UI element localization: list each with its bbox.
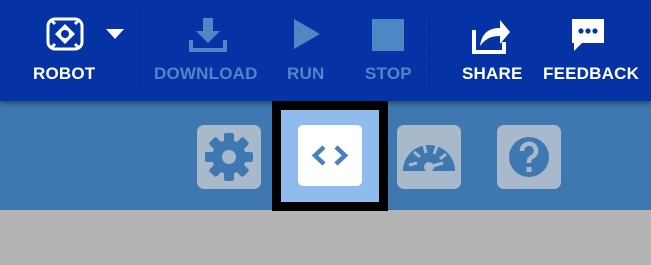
- main-toolbar: ROBOT DOWNLOAD RUN STOP SHARE FEEDBACK: [0, 0, 651, 101]
- workspace-area[interactable]: [0, 210, 651, 265]
- share-icon: [470, 16, 512, 61]
- stop-label: STOP: [365, 64, 412, 83]
- dashboard-button[interactable]: [397, 125, 461, 189]
- toolbar-divider: [429, 14, 430, 86]
- stop-button[interactable]: STOP: [358, 0, 418, 101]
- share-button[interactable]: SHARE: [455, 0, 527, 101]
- play-icon: [290, 16, 324, 57]
- code-button[interactable]: [298, 125, 362, 186]
- robot-label: ROBOT: [33, 64, 96, 83]
- code-brackets-icon: [298, 145, 362, 190]
- download-label: DOWNLOAD: [154, 64, 258, 83]
- run-button[interactable]: RUN: [281, 0, 333, 101]
- stop-icon: [371, 16, 405, 57]
- chevron-down-icon[interactable]: [104, 27, 126, 46]
- feedback-label: FEEDBACK: [543, 64, 640, 83]
- robot-icon: [45, 16, 85, 57]
- download-button[interactable]: DOWNLOAD: [150, 0, 266, 101]
- robot-button[interactable]: ROBOT: [25, 0, 107, 101]
- share-label: SHARE: [462, 64, 523, 83]
- feedback-button[interactable]: FEEDBACK: [540, 0, 640, 101]
- help-button[interactable]: [497, 125, 561, 189]
- settings-button[interactable]: [197, 125, 261, 189]
- download-icon: [187, 16, 229, 59]
- chat-bubble-icon: [569, 16, 609, 59]
- toolbar-divider: [139, 14, 140, 86]
- run-label: RUN: [287, 64, 325, 83]
